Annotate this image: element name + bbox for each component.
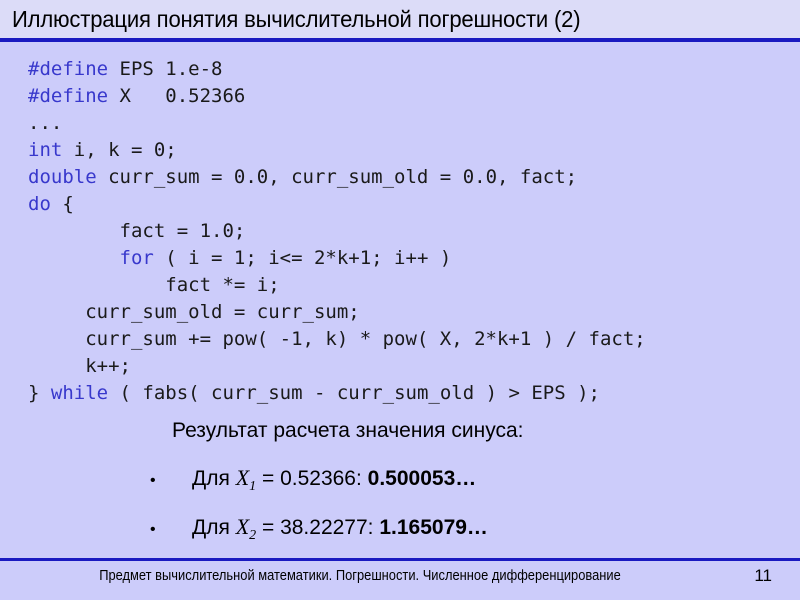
variable-input-value: = 0.52366:: [256, 467, 368, 490]
code-text: }: [28, 382, 51, 404]
code-text: curr_sum_old = curr_sum;: [28, 301, 360, 323]
code-line: fact = 1.0;: [0, 218, 800, 245]
code-text: X 0.52366: [108, 85, 246, 107]
list-item-prefix: Для: [192, 516, 236, 540]
code-keyword: for: [119, 247, 154, 269]
code-line: ...: [0, 110, 800, 137]
page-title: Иллюстрация понятия вычислительной погре…: [12, 6, 581, 32]
code-text: EPS 1.e-8: [108, 58, 223, 80]
code-line: int i, k = 0;: [0, 137, 800, 164]
code-keyword: #define: [28, 58, 109, 80]
code-line: fact *= i;: [0, 272, 800, 299]
result-value: 0.500053…: [367, 467, 477, 490]
variable-symbol: X: [235, 465, 250, 490]
code-line: curr_sum += pow( -1, k) * pow( X, 2*k+1 …: [0, 326, 800, 353]
code-line: #define EPS 1.e-8: [0, 56, 800, 83]
list-item-content: Для X1 = 0.52366: 0.500053…: [192, 465, 476, 495]
code-line: for ( i = 1; i<= 2*k+1; i++ ): [0, 245, 800, 272]
variable-input-value: = 38.22277:: [256, 516, 380, 540]
code-text: ...: [28, 112, 63, 134]
results-section: Результат расчета значения синуса: • Для …: [0, 416, 800, 544]
code-line: } while ( fabs( curr_sum - curr_sum_old …: [0, 380, 800, 407]
result-value: 1.165079…: [379, 516, 488, 540]
code-text: ( i = 1; i<= 2*k+1; i++ ): [153, 247, 452, 269]
variable-symbol: X: [235, 514, 250, 540]
code-keyword: double: [28, 166, 97, 188]
code-text: k++;: [28, 355, 131, 377]
code-keyword: int: [28, 139, 63, 161]
footer-text: Предмет вычислительной математики. Погре…: [99, 567, 621, 584]
code-line: curr_sum_old = curr_sum;: [0, 299, 800, 326]
code-line: do {: [0, 191, 800, 218]
code-text: curr_sum += pow( -1, k) * pow( X, 2*k+1 …: [28, 328, 646, 350]
list-item: • Для X2 = 38.22277: 1.165079…: [0, 514, 800, 544]
code-line: k++;: [0, 353, 800, 380]
results-heading: Результат расчета значения синуса:: [172, 419, 524, 442]
code-text: ( fabs( curr_sum - curr_sum_old ) > EPS …: [108, 382, 600, 404]
code-line: double curr_sum = 0.0, curr_sum_old = 0.…: [0, 164, 800, 191]
page-number: 11: [754, 566, 772, 585]
code-text: {: [50, 193, 74, 215]
results-list: • Для X1 = 0.52366: 0.500053… • Для X2 = 38…: [0, 465, 800, 544]
code-line: #define X 0.52366: [0, 83, 800, 110]
code-text: curr_sum = 0.0, curr_sum_old = 0.0, fact…: [96, 166, 578, 188]
list-item-prefix: Для: [192, 467, 236, 490]
code-keyword: do: [28, 193, 51, 215]
code-block: #define EPS 1.e-8 #define X 0.52366... int…: [0, 56, 800, 407]
bullet-icon: •: [150, 521, 156, 539]
code-text: i, k = 0;: [62, 139, 177, 161]
code-keyword: while: [50, 382, 109, 404]
list-item: • Для X1 = 0.52366: 0.500053…: [0, 465, 800, 495]
code-text: fact *= i;: [28, 274, 280, 296]
slide-header: Иллюстрация понятия вычислительной погре…: [0, 0, 800, 42]
bullet-icon: •: [150, 472, 156, 489]
list-item-content: Для X2 = 38.22277: 1.165079…: [192, 514, 488, 544]
code-text: fact = 1.0;: [28, 220, 246, 242]
slide-footer: Предмет вычислительной математики. Погре…: [0, 558, 800, 600]
code-keyword: #define: [28, 85, 109, 107]
